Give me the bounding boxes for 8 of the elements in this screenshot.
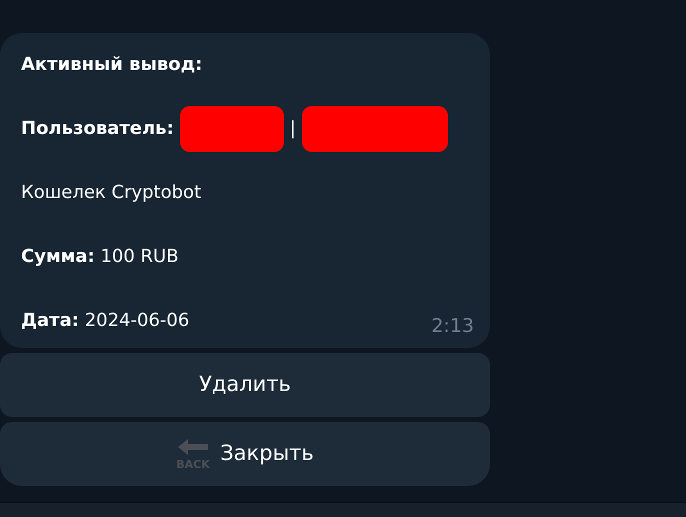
inline-button[interactable]: Удалить xyxy=(0,353,490,417)
message-time: 2:13 xyxy=(431,314,474,338)
message-line: Сумма: 100 RUB xyxy=(21,245,179,269)
message-line: Дата: 2024-06-06 xyxy=(21,309,190,333)
message-line: Кошелек Cryptobot xyxy=(21,181,202,205)
user-label: Пользователь: xyxy=(21,117,174,141)
message-line: Активный вывод: xyxy=(21,53,202,77)
separator-text: | xyxy=(290,117,296,141)
